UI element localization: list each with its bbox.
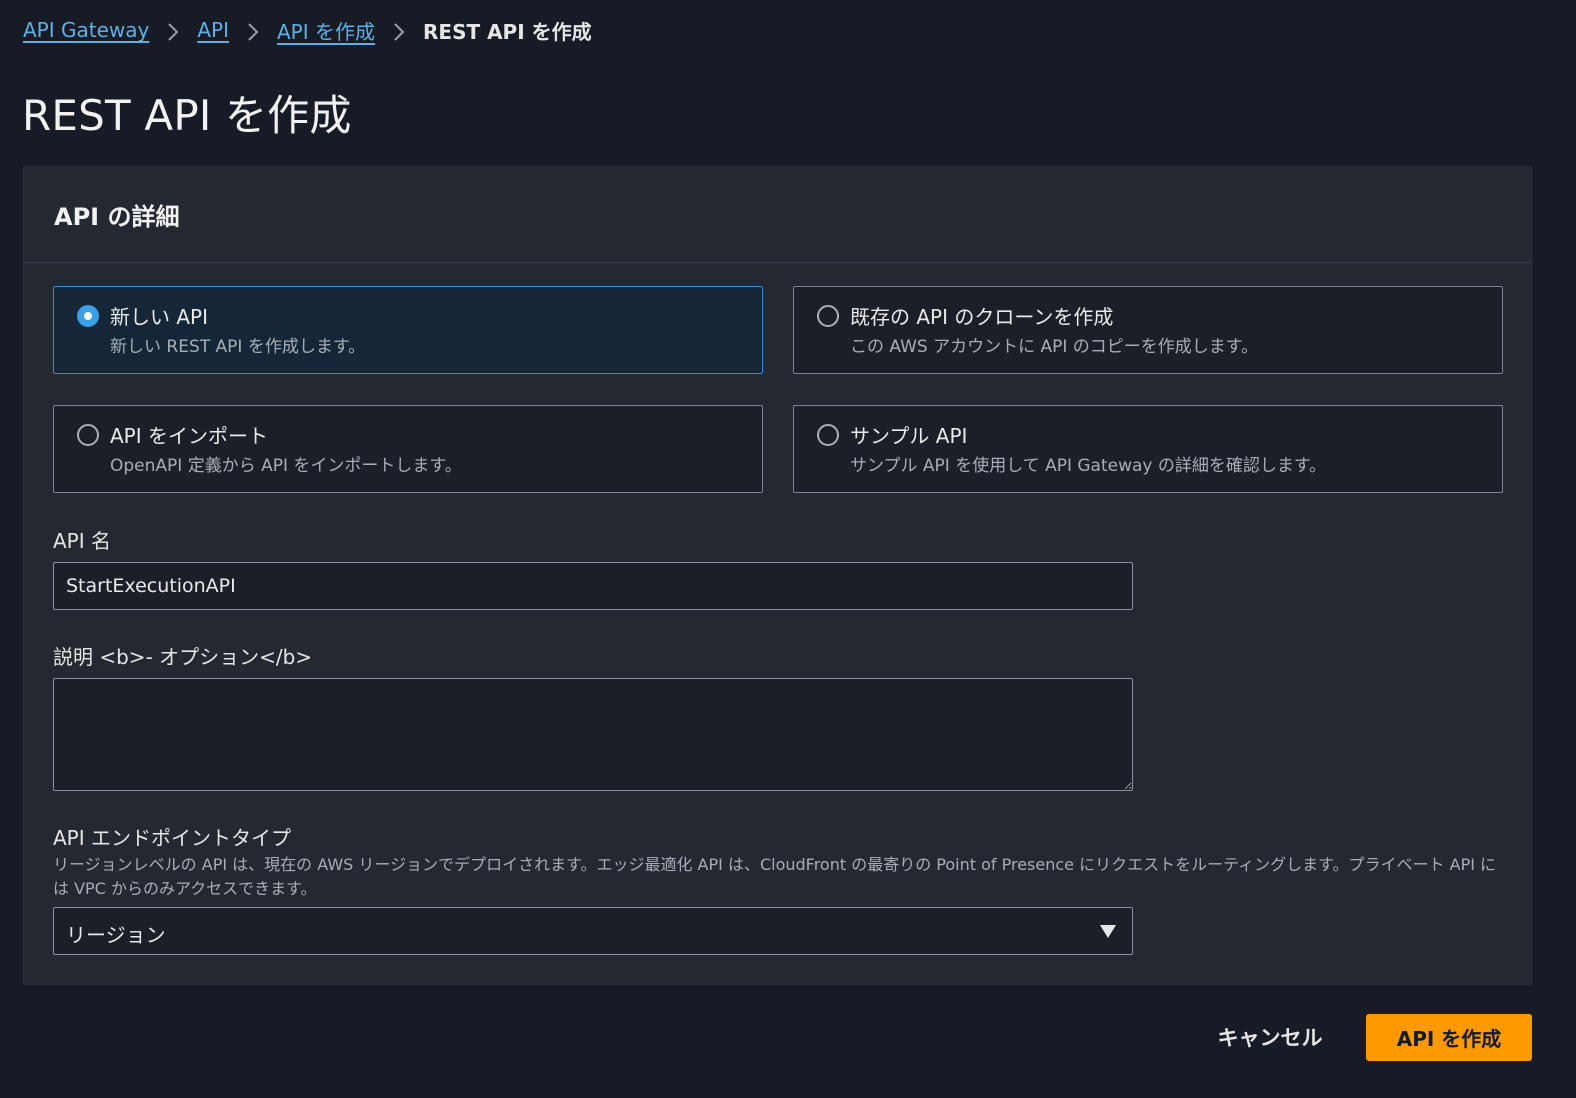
radio-new-api[interactable] [77,305,99,327]
chevron-right-icon [149,18,197,42]
radio-sample-api[interactable] [817,424,839,446]
breadcrumb-link-api-gateway[interactable]: API Gateway [23,18,149,42]
panel-heading: API の詳細 [54,203,180,231]
radio-import-api[interactable] [77,424,99,446]
endpoint-type-label: API エンドポイントタイプ [53,826,291,850]
option-import-api[interactable]: API をインポート OpenAPI 定義から API をインポートします。 [53,405,763,493]
option-description: OpenAPI 定義から API をインポートします。 [110,456,462,476]
option-title: サンプル API [850,424,968,448]
chevron-right-icon [375,18,423,42]
breadcrumb-current: REST API を作成 [423,19,592,44]
option-new-api[interactable]: 新しい API 新しい REST API を作成します。 [53,286,763,374]
api-name-label: API 名 [53,529,111,553]
option-title: 既存の API のクローンを作成 [850,305,1114,329]
option-title: API をインポート [110,424,268,448]
radio-clone-api[interactable] [817,305,839,327]
caret-down-icon [1100,924,1116,943]
breadcrumb-link-create-api[interactable]: API を作成 [277,16,375,45]
option-sample-api[interactable]: サンプル API サンプル API を使用して API Gateway の詳細を… [793,405,1503,493]
panel-header: API の詳細 [24,167,1531,263]
option-description: サンプル API を使用して API Gateway の詳細を確認します。 [850,456,1327,476]
page-title: REST API を作成 [22,91,352,140]
option-title: 新しい API [110,305,208,329]
endpoint-type-description: リージョンレベルの API は、現在の AWS リージョンでデプロイされます。エ… [53,855,1497,898]
option-description: この AWS アカウントに API のコピーを作成します。 [850,337,1259,357]
option-clone-api[interactable]: 既存の API のクローンを作成 この AWS アカウントに API のコピーを… [793,286,1503,374]
breadcrumb: API Gateway API API を作成 REST API を作成 [23,14,592,46]
endpoint-type-value: リージョン [66,923,166,947]
api-name-input[interactable] [53,562,1133,610]
chevron-right-icon [229,18,277,42]
api-details-panel: API の詳細 新しい API 新しい REST API を作成します。 既存の… [23,166,1532,985]
create-api-button[interactable]: API を作成 [1366,1014,1532,1061]
endpoint-type-select[interactable]: リージョン [53,907,1133,955]
breadcrumb-link-api[interactable]: API [197,18,229,42]
option-description: 新しい REST API を作成します。 [110,337,366,357]
description-textarea[interactable] [53,678,1133,791]
description-label: 説明 <b>- オプション</b> [53,645,313,669]
cancel-button[interactable]: キャンセル [1202,1014,1338,1060]
